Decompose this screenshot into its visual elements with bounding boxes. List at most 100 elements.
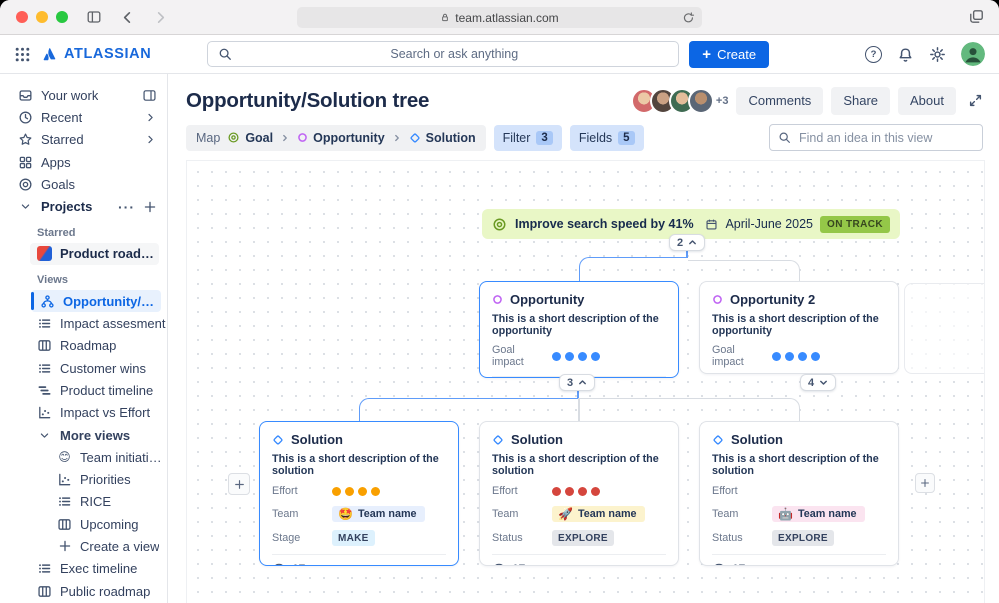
crumb-solution[interactable]: Solution bbox=[409, 131, 476, 145]
settings-gear-icon[interactable] bbox=[929, 46, 946, 63]
sidebar-item-product-roadmap[interactable]: Product roadmap bbox=[30, 243, 159, 265]
sidebar-item-more-views[interactable]: More views bbox=[0, 424, 167, 446]
main-content: Opportunity/Solution tree +3 Comments Sh… bbox=[168, 74, 999, 603]
opportunity-icon bbox=[492, 294, 503, 305]
find-idea-input[interactable] bbox=[797, 130, 974, 146]
solution-card-3[interactable]: Solution This is a short description of … bbox=[699, 421, 899, 566]
goal-title: Improve search speed by 41% bbox=[515, 217, 694, 231]
search-icon bbox=[218, 47, 232, 61]
opportunity-icon bbox=[712, 294, 723, 305]
sidebar-item-label: Exec timeline bbox=[60, 561, 137, 576]
stage-badge[interactable]: MAKE bbox=[332, 530, 375, 546]
solution-card-1[interactable]: Solution This is a short description of … bbox=[259, 421, 459, 566]
comments-button[interactable]: Comments bbox=[736, 87, 823, 115]
field-label: Status bbox=[712, 532, 764, 544]
browser-sidebar-toggle-icon[interactable] bbox=[86, 9, 102, 25]
crumb-goal[interactable]: Goal bbox=[227, 131, 273, 145]
help-icon[interactable]: ? bbox=[865, 46, 882, 63]
status-badge[interactable]: EXPLORE bbox=[772, 530, 834, 546]
add-sibling-left-button[interactable] bbox=[228, 473, 250, 495]
goal-date-range: April-June 2025 bbox=[725, 217, 813, 231]
avatar-overflow-count[interactable]: +3 bbox=[716, 95, 729, 107]
sidebar-item-team-initiatives[interactable]: 😊 Team initiatives bbox=[0, 446, 167, 468]
app-header: ATLASSIAN + Create ? bbox=[0, 35, 999, 74]
forward-icon[interactable] bbox=[153, 10, 168, 25]
refresh-icon[interactable] bbox=[682, 11, 695, 24]
about-button[interactable]: About bbox=[898, 87, 956, 115]
tree-canvas[interactable]: Improve search speed by 41% April-June 2… bbox=[186, 160, 985, 603]
collapse-sidebar-icon[interactable] bbox=[142, 88, 157, 103]
sidebar-item-label: Create a view bbox=[80, 539, 159, 554]
status-badge[interactable]: EXPLORE bbox=[552, 530, 614, 546]
add-sibling-right-button[interactable] bbox=[915, 473, 935, 493]
filter-button[interactable]: Filter 3 bbox=[494, 125, 562, 151]
sidebar-item-create-a-view[interactable]: Create a view bbox=[0, 535, 167, 557]
atlassian-logo[interactable]: ATLASSIAN bbox=[41, 45, 151, 64]
notifications-bell-icon[interactable] bbox=[897, 46, 914, 63]
sidebar-item-projects[interactable]: Projects ··· bbox=[0, 195, 167, 217]
comment-count: 17 bbox=[512, 562, 525, 566]
list-icon bbox=[37, 361, 52, 376]
global-search-input[interactable] bbox=[240, 46, 668, 62]
team-pill[interactable]: 🤩 Team name bbox=[332, 506, 425, 522]
goal-impact-dots[interactable] bbox=[552, 352, 600, 361]
opportunity-card-1[interactable]: Opportunity This is a short description … bbox=[479, 281, 679, 378]
share-button[interactable]: Share bbox=[831, 87, 890, 115]
crumb-opportunity[interactable]: Opportunity bbox=[297, 131, 385, 145]
sidebar-item-upcoming[interactable]: Upcoming bbox=[0, 513, 167, 535]
sidebar-item-exec-timeline[interactable]: Exec timeline bbox=[0, 558, 167, 580]
comment-count: 17 bbox=[732, 562, 745, 566]
goal-children-collapse-pill[interactable]: 2 bbox=[669, 234, 705, 251]
collaborator-avatars[interactable]: +3 bbox=[631, 88, 729, 114]
sidebar-item-impact-assesment[interactable]: Impact assesment bbox=[0, 312, 167, 334]
create-button[interactable]: + Create bbox=[689, 41, 769, 68]
sidebar-item-product-timeline[interactable]: Product timeline bbox=[0, 379, 167, 401]
avatar bbox=[688, 88, 714, 114]
sidebar-item-impact-vs-effort[interactable]: Impact vs Effort bbox=[0, 402, 167, 424]
list-icon bbox=[57, 494, 72, 509]
goal-impact-dots[interactable] bbox=[772, 352, 820, 361]
fields-button[interactable]: Fields 5 bbox=[570, 125, 644, 151]
sidebar-item-label: Impact assesment bbox=[60, 316, 166, 331]
zoom-window-button[interactable] bbox=[56, 11, 68, 23]
sidebar-item-starred[interactable]: Starred bbox=[0, 129, 167, 151]
sidebar-item-priorities[interactable]: Priorities bbox=[0, 468, 167, 490]
close-window-button[interactable] bbox=[16, 11, 28, 23]
fullscreen-expand-icon[interactable] bbox=[968, 93, 983, 108]
map-structure-pill[interactable]: Map Goal Opportunity S bbox=[186, 125, 486, 151]
tab-overview-icon[interactable] bbox=[968, 8, 985, 25]
team-pill[interactable]: 🚀 Team name bbox=[552, 506, 645, 522]
team-pill[interactable]: 🤖 Team name bbox=[772, 506, 865, 522]
global-search[interactable] bbox=[207, 41, 679, 67]
sidebar-item-public-roadmap[interactable]: Public roadmap bbox=[0, 580, 167, 602]
opportunity-2-children-expand-pill[interactable]: 4 bbox=[800, 374, 836, 391]
add-project-icon[interactable] bbox=[143, 200, 157, 214]
chevron-up-icon bbox=[688, 238, 697, 247]
sidebar-item-apps[interactable]: Apps bbox=[0, 151, 167, 173]
create-button-label: Create bbox=[717, 47, 756, 62]
sidebar-item-goals[interactable]: Goals bbox=[0, 173, 167, 195]
user-avatar[interactable] bbox=[961, 42, 985, 66]
sidebar-item-opportunity-solution-tree[interactable]: Opportunity/Solu... bbox=[31, 290, 161, 312]
sidebar-item-customer-wins[interactable]: Customer wins bbox=[0, 357, 167, 379]
opportunity-1-children-collapse-pill[interactable]: 3 bbox=[559, 374, 595, 391]
sidebar-item-label: Your work bbox=[41, 88, 98, 103]
find-idea-search[interactable] bbox=[769, 124, 983, 151]
sidebar-item-roadmap[interactable]: Roadmap bbox=[0, 335, 167, 357]
more-actions-icon[interactable]: ··· bbox=[118, 199, 135, 215]
address-bar[interactable]: team.atlassian.com bbox=[297, 7, 702, 28]
sidebar-item-recent[interactable]: Recent bbox=[0, 106, 167, 128]
sidebar-item-rice[interactable]: RICE bbox=[0, 491, 167, 513]
comment-icon bbox=[272, 562, 286, 566]
solution-card-2[interactable]: Solution This is a short description of … bbox=[479, 421, 679, 566]
back-icon[interactable] bbox=[120, 10, 135, 25]
minimize-window-button[interactable] bbox=[36, 11, 48, 23]
sidebar-item-your-work[interactable]: Your work bbox=[0, 84, 167, 106]
chevron-up-icon bbox=[578, 378, 587, 387]
sidebar-item-label: Roadmap bbox=[60, 338, 116, 353]
effort-dots[interactable] bbox=[552, 487, 600, 496]
opportunity-card-2[interactable]: Opportunity 2 This is a short descriptio… bbox=[699, 281, 899, 374]
app-switcher-icon[interactable] bbox=[14, 46, 31, 63]
solution-diamond-icon bbox=[492, 434, 504, 446]
effort-dots[interactable] bbox=[332, 487, 380, 496]
